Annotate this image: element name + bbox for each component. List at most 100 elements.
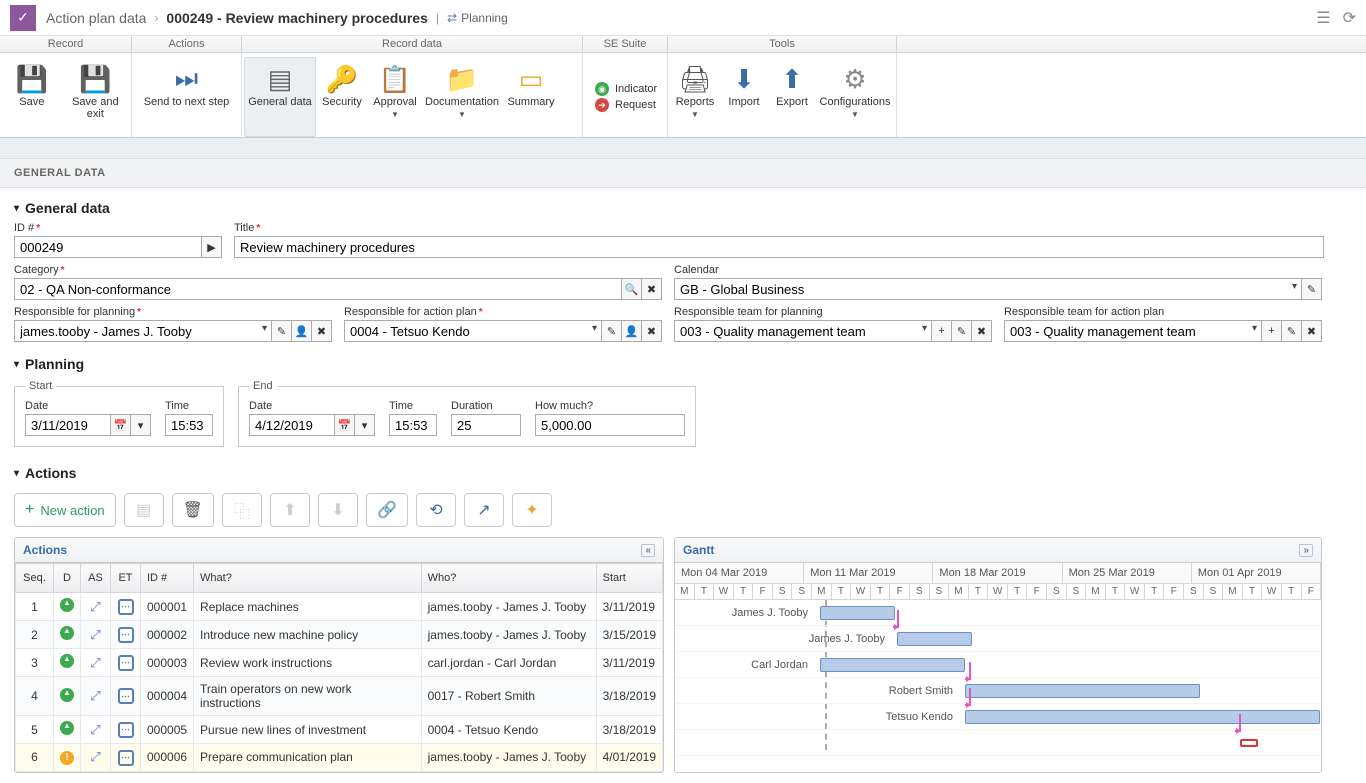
cell-who: james.tooby - James J. Tooby <box>421 744 596 772</box>
general-data-button[interactable]: ▤ General data <box>244 57 316 137</box>
add-icon[interactable]: + <box>1262 320 1282 342</box>
table-row[interactable]: 4⤢⋯000004Train operators on new work ins… <box>16 677 663 716</box>
move-down-button[interactable]: ⬇ <box>318 493 358 527</box>
edit-icon[interactable]: ✎ <box>952 320 972 342</box>
indicator-link[interactable]: ◉ Indicator <box>595 82 657 96</box>
clear-icon[interactable]: ✖ <box>642 278 662 300</box>
end-date-field[interactable] <box>249 414 335 436</box>
col-who[interactable]: Who? <box>421 564 596 593</box>
gantt-bar[interactable] <box>820 606 895 620</box>
user-icon[interactable]: 👤 <box>622 320 642 342</box>
id-lookup-button[interactable]: ▶ <box>202 236 222 258</box>
request-link[interactable]: ➜ Request <box>595 98 657 112</box>
col-d[interactable]: D <box>54 564 81 593</box>
security-button[interactable]: 🔑 Security <box>316 57 368 137</box>
gantt-day-header: F <box>753 584 773 600</box>
gantt-bar[interactable] <box>965 684 1200 698</box>
cell-start: 3/11/2019 <box>596 649 662 677</box>
project-icon: ✦ <box>525 500 538 520</box>
calendar-icon[interactable]: 📅 <box>335 414 355 436</box>
table-row[interactable]: 1⤢⋯000001Replace machinesjames.tooby - J… <box>16 593 663 621</box>
add-icon[interactable]: + <box>932 320 952 342</box>
calendar-select[interactable] <box>674 278 1302 300</box>
edit-icon[interactable]: ✎ <box>1302 278 1322 300</box>
clear-icon[interactable]: ✖ <box>1302 320 1322 342</box>
export-button[interactable]: ⬆ Export <box>768 57 816 137</box>
cell-id: 000001 <box>141 593 194 621</box>
user-icon[interactable]: 👤 <box>292 320 312 342</box>
send-next-step-button[interactable]: ⏭ Send to next step <box>134 57 239 137</box>
summary-button[interactable]: ▭ Summary <box>502 57 560 137</box>
collapse-left-icon[interactable]: « <box>641 544 655 557</box>
link-button[interactable]: 🔗 <box>366 493 408 527</box>
move-up-button[interactable]: ⬆ <box>270 493 310 527</box>
edit-icon[interactable]: ✎ <box>1282 320 1302 342</box>
resp-action-plan-label: Responsible for action plan <box>344 306 664 318</box>
duration-field[interactable] <box>451 414 521 436</box>
approval-button[interactable]: 📋 Approval ▼ <box>368 57 422 137</box>
team-action-plan-select[interactable] <box>1004 320 1262 342</box>
save-exit-button[interactable]: 💾 Save and exit <box>62 57 129 137</box>
save-button[interactable]: 💾 Save <box>2 57 62 137</box>
new-action-button[interactable]: + New action <box>14 493 116 527</box>
gear-icon: ⚙ <box>843 62 866 96</box>
howmuch-field[interactable] <box>535 414 685 436</box>
refresh-icon[interactable]: ⟳ <box>1343 8 1356 28</box>
col-et[interactable]: ET <box>111 564 141 593</box>
gantt-day-header: T <box>1145 584 1165 600</box>
col-as[interactable]: AS <box>81 564 111 593</box>
col-seq[interactable]: Seq. <box>16 564 54 593</box>
gantt-bar[interactable] <box>965 710 1320 724</box>
table-row[interactable]: 6!⤢⋯000006Prepare communication planjame… <box>16 744 663 772</box>
col-what[interactable]: What? <box>194 564 422 593</box>
section-actions[interactable]: ▾ Actions <box>0 457 1366 487</box>
panel-title: GENERAL DATA <box>0 158 1366 188</box>
edit-icon[interactable]: ✎ <box>602 320 622 342</box>
table-row[interactable]: 5⤢⋯000005Pursue new lines of investment0… <box>16 716 663 744</box>
configurations-button[interactable]: ⚙ Configurations ▼ <box>816 57 894 137</box>
edit-icon[interactable]: ✎ <box>272 320 292 342</box>
start-time-field[interactable] <box>165 414 213 436</box>
table-row[interactable]: 3⤢⋯000003Review work instructionscarl.jo… <box>16 649 663 677</box>
section-general-data[interactable]: ▾ General data <box>0 192 1366 222</box>
copy-button[interactable]: ⿻ <box>222 493 262 527</box>
gantt-bar[interactable] <box>1240 739 1258 747</box>
collapse-icon[interactable]: ☰ <box>1316 8 1330 28</box>
chevron-down-icon[interactable]: ▾ <box>355 414 375 436</box>
import-button[interactable]: ⬇ Import <box>720 57 768 137</box>
id-field[interactable] <box>14 236 202 258</box>
clear-icon[interactable]: ✖ <box>312 320 332 342</box>
clear-icon[interactable]: ✖ <box>642 320 662 342</box>
end-time-field[interactable] <box>389 414 437 436</box>
gantt-bar[interactable] <box>897 632 972 646</box>
section-planning[interactable]: ▾ Planning <box>0 348 1366 378</box>
col-id[interactable]: ID # <box>141 564 194 593</box>
edit-action-button[interactable]: ▤ <box>124 493 164 527</box>
chevron-down-icon[interactable]: ▾ <box>131 414 151 436</box>
gantt-bar[interactable] <box>820 658 965 672</box>
table-row[interactable]: 2⤢⋯000002Introduce new machine policyjam… <box>16 621 663 649</box>
col-start[interactable]: Start <box>596 564 662 593</box>
resp-action-plan-select[interactable] <box>344 320 602 342</box>
reports-button[interactable]: 🖨 Reports ▼ <box>670 57 720 137</box>
cell-id: 000006 <box>141 744 194 772</box>
cell-seq: 1 <box>16 593 54 621</box>
team-planning-select[interactable] <box>674 320 932 342</box>
documentation-button[interactable]: 📁 Documentation ▼ <box>422 57 502 137</box>
breadcrumb-root[interactable]: Action plan data <box>46 10 146 26</box>
project-button[interactable]: ✦ <box>512 493 552 527</box>
search-icon[interactable]: 🔍 <box>622 278 642 300</box>
collapse-right-icon[interactable]: » <box>1299 544 1313 557</box>
gantt-day-header: T <box>1008 584 1028 600</box>
resp-planning-select[interactable] <box>14 320 272 342</box>
recalc-button[interactable]: ⟲ <box>416 493 456 527</box>
general-data-icon: ▤ <box>268 62 293 96</box>
open-button[interactable]: ↗ <box>464 493 504 527</box>
start-date-field[interactable] <box>25 414 111 436</box>
category-field[interactable] <box>14 278 622 300</box>
clear-icon[interactable]: ✖ <box>972 320 992 342</box>
title-field[interactable] <box>234 236 1324 258</box>
summary-icon: ▭ <box>519 62 544 96</box>
delete-action-button[interactable]: 🗑 <box>172 493 214 527</box>
calendar-icon[interactable]: 📅 <box>111 414 131 436</box>
